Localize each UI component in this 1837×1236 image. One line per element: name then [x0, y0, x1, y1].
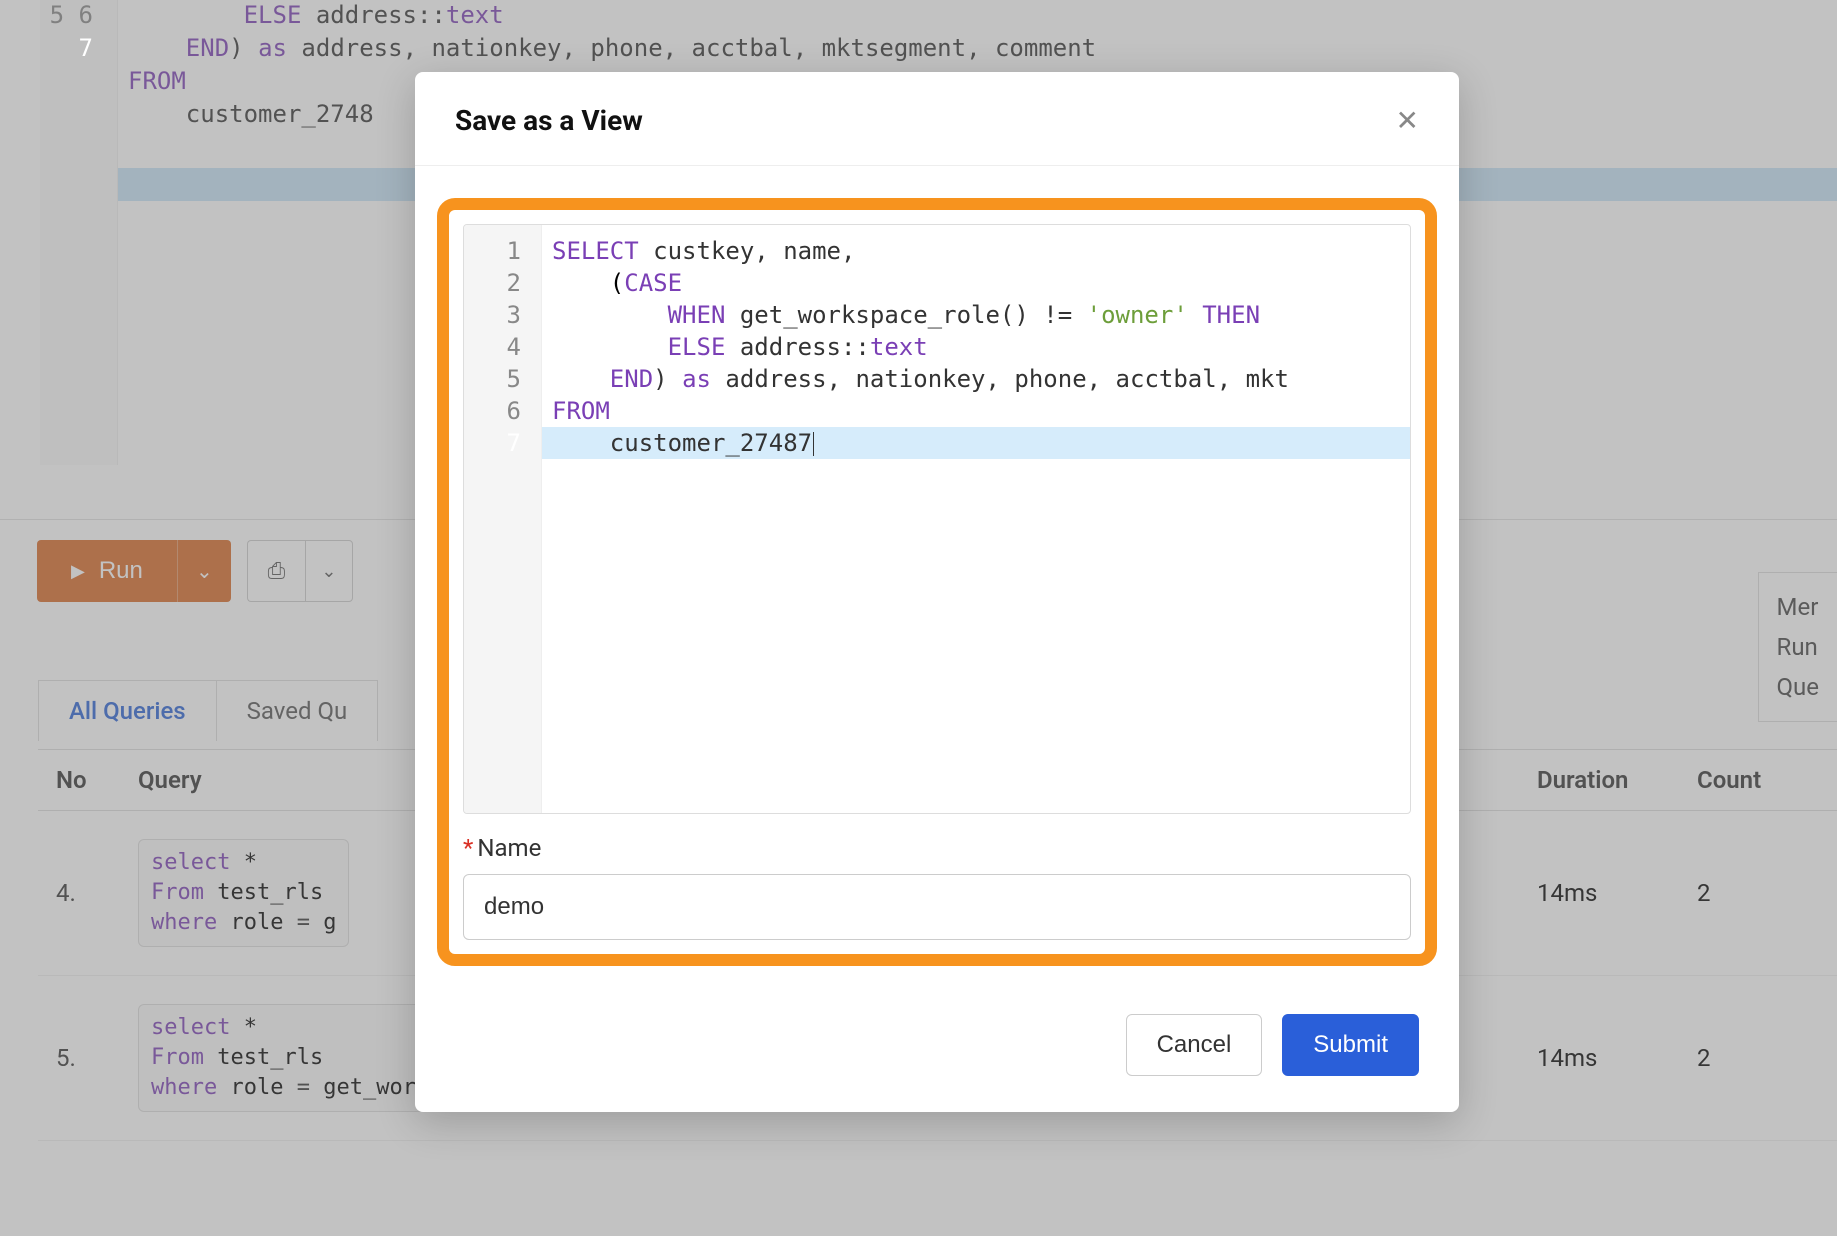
- modal-title: Save as a View: [455, 104, 643, 137]
- modal-header: Save as a View ✕: [415, 72, 1459, 166]
- highlighted-form-area: 1234567 SELECT custkey, name, (CASE WHEN…: [437, 198, 1437, 966]
- cancel-button[interactable]: Cancel: [1126, 1014, 1263, 1076]
- name-field-row: *Name: [463, 834, 1411, 940]
- modal-code-editor[interactable]: 1234567 SELECT custkey, name, (CASE WHEN…: [463, 224, 1411, 814]
- modal-gutter: 1234567: [464, 225, 542, 813]
- modal-code-lines[interactable]: SELECT custkey, name, (CASE WHEN get_wor…: [542, 225, 1410, 459]
- submit-button[interactable]: Submit: [1282, 1014, 1419, 1076]
- save-view-modal: Save as a View ✕ 1234567 SELECT custkey,…: [415, 72, 1459, 1112]
- view-name-input[interactable]: [463, 874, 1411, 940]
- name-label: *Name: [463, 834, 541, 862]
- close-icon[interactable]: ✕: [1396, 104, 1419, 137]
- modal-footer: Cancel Submit: [415, 966, 1459, 1076]
